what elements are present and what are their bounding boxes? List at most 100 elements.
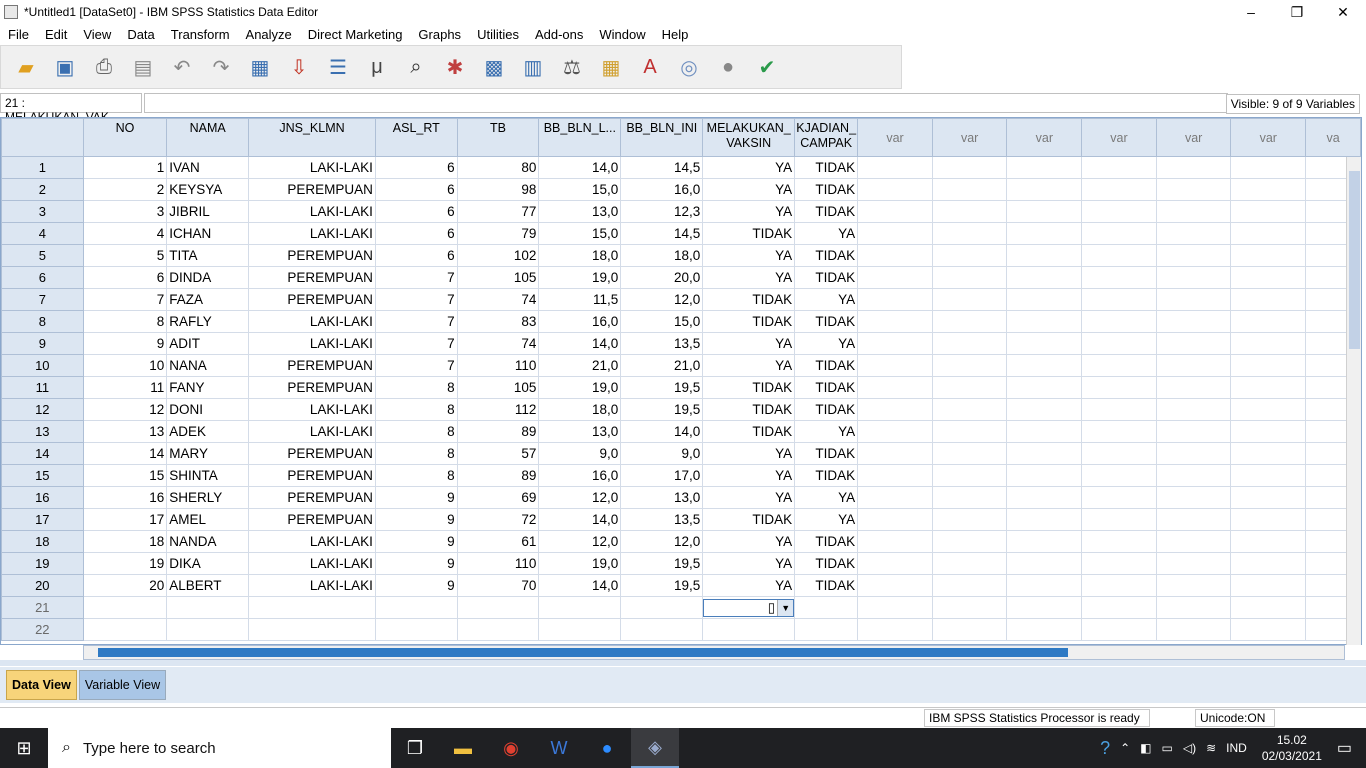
empty-cell[interactable] <box>1006 398 1083 421</box>
empty-cell[interactable] <box>1230 420 1307 443</box>
empty-cell[interactable] <box>374 596 458 619</box>
data-cell[interactable]: 7 <box>374 266 458 289</box>
row-number[interactable]: 8 <box>1 310 84 333</box>
data-cell[interactable]: 2 <box>82 178 168 201</box>
menu-view[interactable]: View <box>75 27 119 42</box>
empty-cell[interactable] <box>1081 244 1157 267</box>
data-cell[interactable]: YA <box>702 464 796 487</box>
data-cell[interactable]: YA <box>702 332 796 355</box>
empty-cell[interactable] <box>931 178 1008 201</box>
data-cell[interactable]: 14,5 <box>620 222 704 245</box>
empty-cell[interactable] <box>1006 332 1083 355</box>
data-cell[interactable]: 6 <box>374 178 458 201</box>
weight-cases-icon[interactable]: ⚖ <box>555 50 589 84</box>
row-number[interactable]: 3 <box>1 200 84 223</box>
empty-cell[interactable] <box>374 618 458 641</box>
empty-cell[interactable] <box>931 442 1008 465</box>
empty-cell[interactable] <box>1230 618 1307 641</box>
empty-cell[interactable] <box>1006 442 1083 465</box>
empty-cell[interactable] <box>1081 178 1157 201</box>
empty-cell[interactable] <box>1155 530 1232 553</box>
data-cell[interactable]: 14 <box>82 442 168 465</box>
data-cell[interactable]: 105 <box>456 266 540 289</box>
empty-cell[interactable] <box>456 618 540 641</box>
variables-icon[interactable]: ☰ <box>321 50 355 84</box>
row-number[interactable]: 14 <box>1 442 84 465</box>
data-cell[interactable]: PEREMPUAN <box>248 266 376 289</box>
menu-utilities[interactable]: Utilities <box>469 27 527 42</box>
volume-icon[interactable]: ◁) <box>1183 741 1196 755</box>
row-number[interactable]: 16 <box>1 486 84 509</box>
data-cell[interactable]: TIDAK <box>794 178 859 201</box>
data-cell[interactable]: TIDAK <box>794 266 859 289</box>
empty-cell[interactable] <box>620 596 704 619</box>
data-cell[interactable]: 74 <box>456 288 540 311</box>
empty-cell[interactable] <box>1230 398 1307 421</box>
empty-cell[interactable] <box>1081 288 1157 311</box>
data-cell[interactable]: 18,0 <box>538 398 622 421</box>
data-cell[interactable]: 21,0 <box>538 354 622 377</box>
menu-analyze[interactable]: Analyze <box>238 27 300 42</box>
empty-cell[interactable] <box>166 596 250 619</box>
empty-cell[interactable] <box>1155 222 1232 245</box>
data-cell[interactable]: YA <box>702 530 796 553</box>
column-header[interactable]: NAMA <box>166 118 250 157</box>
data-cell[interactable]: 112 <box>456 398 540 421</box>
data-cell[interactable]: TIDAK <box>702 310 796 333</box>
chrome-icon[interactable]: ◉ <box>487 728 535 768</box>
empty-cell[interactable] <box>931 332 1008 355</box>
data-cell[interactable]: TIDAK <box>702 420 796 443</box>
empty-cell[interactable] <box>857 288 933 311</box>
data-cell[interactable]: AMEL <box>166 508 250 531</box>
empty-cell[interactable] <box>1081 332 1157 355</box>
empty-cell[interactable] <box>1230 530 1307 553</box>
empty-cell[interactable] <box>1081 376 1157 399</box>
empty-cell[interactable] <box>1230 266 1307 289</box>
empty-cell[interactable] <box>1155 200 1232 223</box>
empty-cell[interactable] <box>1230 332 1307 355</box>
data-cell[interactable]: TIDAK <box>794 574 859 597</box>
data-cell[interactable]: YA <box>794 420 859 443</box>
data-cell[interactable]: 5 <box>82 244 168 267</box>
data-cell[interactable]: 6 <box>82 266 168 289</box>
empty-cell[interactable] <box>1230 552 1307 575</box>
empty-cell[interactable] <box>857 332 933 355</box>
data-cell[interactable]: LAKI-LAKI <box>248 420 376 443</box>
empty-cell[interactable] <box>1155 420 1232 443</box>
cell-value-input[interactable] <box>144 93 1228 113</box>
data-cell[interactable]: PEREMPUAN <box>248 464 376 487</box>
empty-cell[interactable] <box>1230 354 1307 377</box>
find-icon[interactable]: ⌕ <box>399 50 433 84</box>
data-cell[interactable]: SHERLY <box>166 486 250 509</box>
data-cell[interactable]: PEREMPUAN <box>248 442 376 465</box>
empty-cell[interactable] <box>1155 574 1232 597</box>
row-number[interactable]: 22 <box>1 618 84 641</box>
notifications-icon[interactable]: ▭ <box>1337 738 1352 758</box>
data-cell[interactable]: LAKI-LAKI <box>248 310 376 333</box>
data-cell[interactable]: IVAN <box>166 156 250 179</box>
column-header[interactable]: MELAKUKAN_ VAKSIN <box>702 118 796 157</box>
data-cell[interactable]: TIDAK <box>794 354 859 377</box>
pane-splitter[interactable] <box>0 660 1366 666</box>
horizontal-scroll-thumb[interactable] <box>98 648 1068 657</box>
empty-cell[interactable] <box>931 244 1008 267</box>
empty-cell[interactable] <box>1155 486 1232 509</box>
data-cell[interactable]: NANA <box>166 354 250 377</box>
empty-cell[interactable] <box>1155 244 1232 267</box>
data-cell[interactable]: 13,0 <box>620 486 704 509</box>
empty-cell[interactable] <box>166 618 250 641</box>
empty-cell[interactable] <box>857 530 933 553</box>
data-cell[interactable]: TIDAK <box>702 376 796 399</box>
empty-cell[interactable] <box>620 618 704 641</box>
data-cell[interactable]: YA <box>702 156 796 179</box>
tab-variable-view[interactable]: Variable View <box>78 670 167 700</box>
empty-cell[interactable] <box>1155 156 1232 179</box>
data-cell[interactable]: TIDAK <box>794 442 859 465</box>
menu-edit[interactable]: Edit <box>37 27 75 42</box>
data-cell[interactable]: PEREMPUAN <box>248 288 376 311</box>
data-cell[interactable]: 12,3 <box>620 200 704 223</box>
empty-cell[interactable] <box>857 178 933 201</box>
data-cell[interactable]: 21,0 <box>620 354 704 377</box>
empty-variable-header[interactable]: var <box>1230 118 1307 157</box>
data-cell[interactable]: LAKI-LAKI <box>248 156 376 179</box>
